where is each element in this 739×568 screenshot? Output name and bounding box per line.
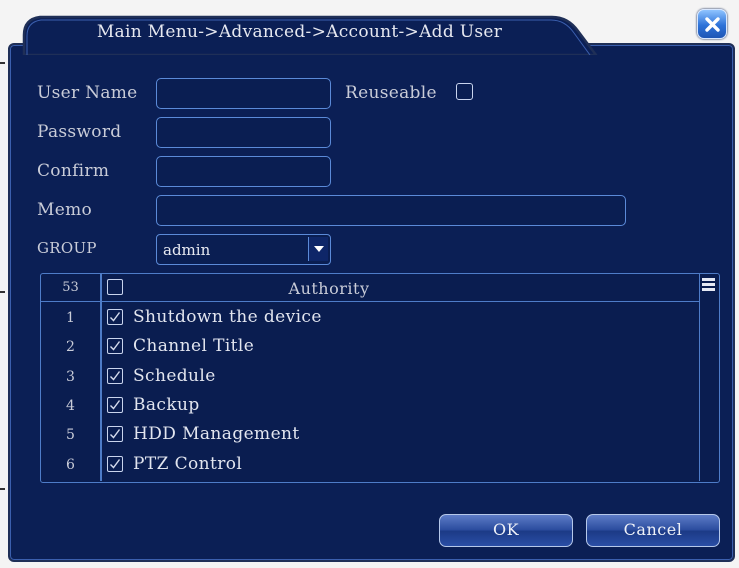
row-number: 3 [66,368,75,385]
row-number: 1 [66,310,75,326]
row-checkbox[interactable] [107,309,123,325]
row-label: Channel Title [133,336,255,357]
menu-icon[interactable] [701,276,716,295]
confirm-input[interactable] [156,156,331,187]
table-row[interactable]: 6 PTZ Control [41,451,699,480]
chevron-down-icon[interactable] [308,237,328,261]
authority-table: 53 Authority 1 Shutdown the device 2 Channe… [40,273,720,483]
row-number: 6 [66,456,75,473]
authority-header: Authority [288,279,370,298]
table-row[interactable]: 4 Backup [41,392,699,421]
table-row[interactable]: 1 Shutdown the device [41,304,699,333]
row-label: Backup [133,394,200,415]
cancel-button[interactable]: Cancel [586,514,720,547]
row-checkbox[interactable] [107,396,123,413]
table-row[interactable]: 3 Schedule [41,363,699,392]
table-row[interactable]: 2 Channel Title [41,333,699,362]
close-button[interactable] [697,9,727,39]
row-checkbox[interactable] [107,455,123,472]
table-scrollbar[interactable] [699,274,718,481]
reuseable-checkbox[interactable] [456,83,473,100]
group-select-value: admin [163,241,211,259]
authority-count: 53 [62,280,79,295]
close-icon [705,17,720,32]
check-icon [110,370,121,381]
row-label: PTZ Control [133,453,243,474]
memo-input[interactable] [156,195,626,226]
table-header: 53 Authority [41,274,699,302]
check-icon [110,429,121,439]
window-title: Main Menu->Advanced->Account->Add User [96,22,503,42]
memo-label: Memo [37,200,93,220]
password-input[interactable] [156,117,331,148]
ok-button[interactable]: OK [439,514,573,547]
row-checkbox[interactable] [107,338,123,355]
row-number: 5 [66,427,75,444]
title-bar: Main Menu->Advanced->Account->Add User [22,13,612,55]
add-user-dialog: User Name Reuseable Password Confirm Mem… [8,5,735,562]
row-checkbox[interactable] [107,367,123,384]
row-number: 4 [66,397,75,414]
username-label: User Name [37,83,138,103]
row-number: 2 [66,339,75,356]
check-icon [110,312,121,322]
row-label: HDD Management [133,424,300,445]
check-icon [110,341,121,351]
confirm-label: Confirm [37,161,110,181]
check-icon [110,458,121,469]
group-select[interactable]: admin [156,234,331,265]
edge-mark [0,291,5,293]
edge-mark [0,62,5,64]
table-row[interactable]: 5 HDD Management [41,421,699,450]
dialog-frame: User Name Reuseable Password Confirm Mem… [8,43,735,562]
row-label: Shutdown the device [133,307,322,327]
group-label: GROUP [37,239,97,257]
row-label: Schedule [133,365,216,386]
edge-mark [0,488,5,490]
check-icon [110,399,121,410]
username-input[interactable] [156,78,331,109]
row-checkbox[interactable] [107,426,123,443]
reuseable-label: Reuseable [345,83,437,103]
password-label: Password [37,122,122,142]
